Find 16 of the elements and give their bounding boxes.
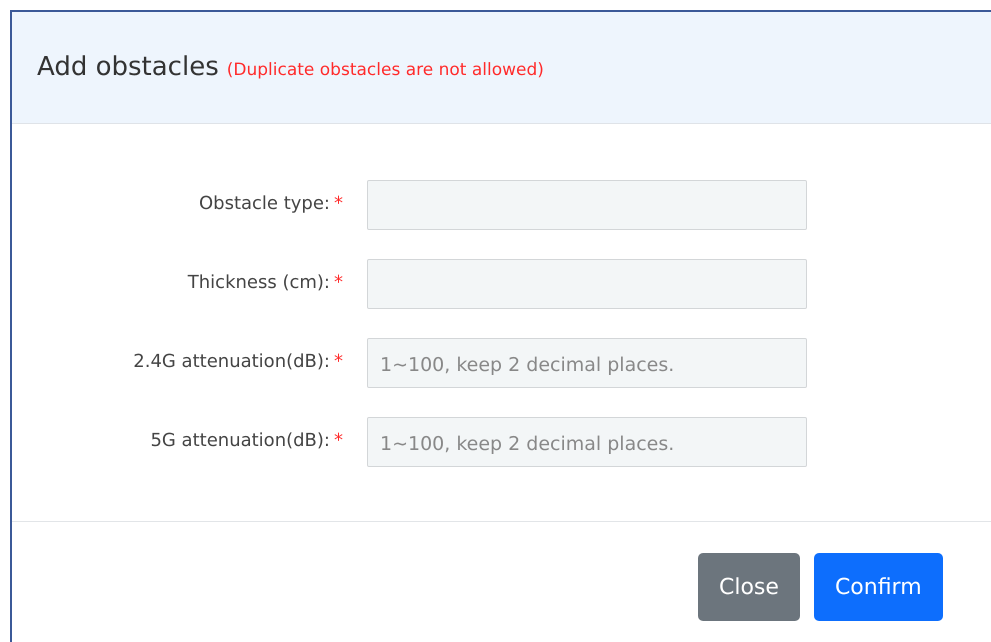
input-field[interactable]: 1~100, keep 2 decimal places.: [367, 338, 807, 388]
required-mark: *: [334, 430, 343, 451]
input-field[interactable]: 1~100, keep 2 decimal places.: [367, 417, 807, 467]
confirm-button[interactable]: Confirm: [814, 553, 943, 621]
field-label: 2.4G attenuation(dB):: [133, 351, 330, 372]
close-button[interactable]: Close: [698, 553, 800, 621]
required-mark: *: [334, 193, 343, 214]
field-label: 5G attenuation(dB):: [150, 430, 330, 451]
input-field[interactable]: [367, 180, 807, 230]
input-field[interactable]: [367, 259, 807, 309]
field-label: Thickness (cm):: [188, 272, 330, 293]
required-mark: *: [334, 351, 343, 372]
dialog-title: Add obstacles: [37, 52, 219, 84]
required-mark: *: [334, 272, 343, 293]
warning-note: (Duplicate obstacles are not allowed): [226, 58, 544, 82]
field-label: Obstacle type:: [198, 193, 330, 214]
